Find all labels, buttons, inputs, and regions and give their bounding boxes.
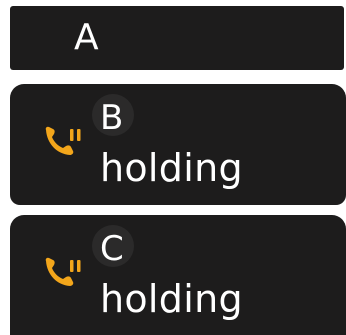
call-card-c[interactable]: C holding — [10, 215, 346, 335]
call-card-a[interactable]: A — [10, 6, 344, 70]
caller-name: A — [74, 17, 100, 58]
call-status: holding — [100, 277, 243, 321]
call-status: holding — [100, 146, 243, 190]
call-card-b[interactable]: B holding — [10, 84, 346, 205]
call-list: A B holding C holding — [0, 0, 346, 335]
caller-name: B — [100, 98, 124, 138]
caller-name: C — [100, 229, 124, 269]
phone-hold-icon — [40, 255, 84, 293]
phone-hold-icon — [40, 124, 84, 162]
